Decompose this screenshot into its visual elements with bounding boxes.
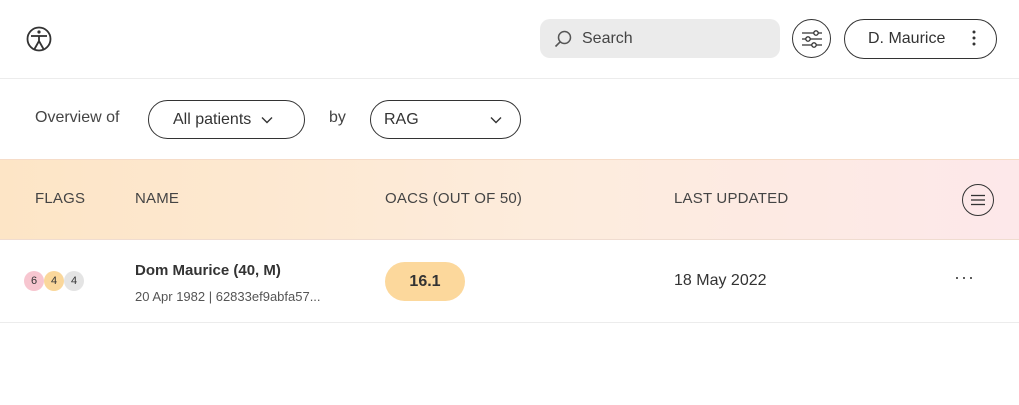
patient-name[interactable]: Dom Maurice (40, M)	[135, 262, 281, 279]
column-header-oacs[interactable]: OACS (OUT OF 50)	[385, 190, 522, 207]
user-name: D. Maurice	[868, 30, 946, 47]
vertical-dots-icon	[972, 30, 976, 46]
search-input[interactable]: Search	[540, 19, 780, 58]
amber-flag-count: 4	[44, 271, 64, 291]
overview-bar: Overview of All patients by RAG	[0, 79, 1019, 159]
accessibility-person-icon[interactable]	[26, 26, 52, 52]
group-by-select-value: RAG	[384, 110, 419, 128]
grey-flag-count: 4	[64, 271, 84, 291]
oacs-score-badge: 16.1	[385, 262, 465, 301]
row-more-button[interactable]: ···	[954, 267, 975, 288]
group-by-select[interactable]: RAG	[370, 100, 521, 139]
search-icon	[554, 30, 572, 47]
column-header-last-updated[interactable]: LAST UPDATED	[674, 190, 788, 207]
patients-select[interactable]: All patients	[148, 100, 305, 139]
red-flag-count: 6	[24, 271, 44, 291]
table-header: FLAGS NAME OACS (OUT OF 50) LAST UPDATED	[0, 159, 1019, 240]
hamburger-circle-icon	[971, 194, 985, 206]
top-bar: Search D. Maurice	[0, 0, 1019, 79]
patient-meta: 20 Apr 1982 | 62833ef9abfa57...	[135, 289, 321, 304]
overview-label: Overview of	[35, 109, 120, 126]
chevron-down-icon	[490, 117, 502, 124]
last-updated-date: 18 May 2022	[674, 272, 767, 289]
search-placeholder: Search	[582, 29, 633, 47]
user-menu-button[interactable]: D. Maurice	[844, 19, 997, 59]
sliders-icon	[801, 29, 822, 48]
column-header-name[interactable]: NAME	[135, 190, 179, 207]
patients-select-value: All patients	[173, 110, 252, 128]
by-label: by	[329, 109, 346, 126]
table-row[interactable]: 6 4 4 Dom Maurice (40, M) 20 Apr 1982 | …	[0, 240, 1019, 323]
chevron-down-icon	[261, 116, 273, 123]
filter-button[interactable]	[792, 19, 831, 58]
column-header-flags[interactable]: FLAGS	[35, 190, 85, 207]
column-menu-button[interactable]	[962, 184, 994, 216]
